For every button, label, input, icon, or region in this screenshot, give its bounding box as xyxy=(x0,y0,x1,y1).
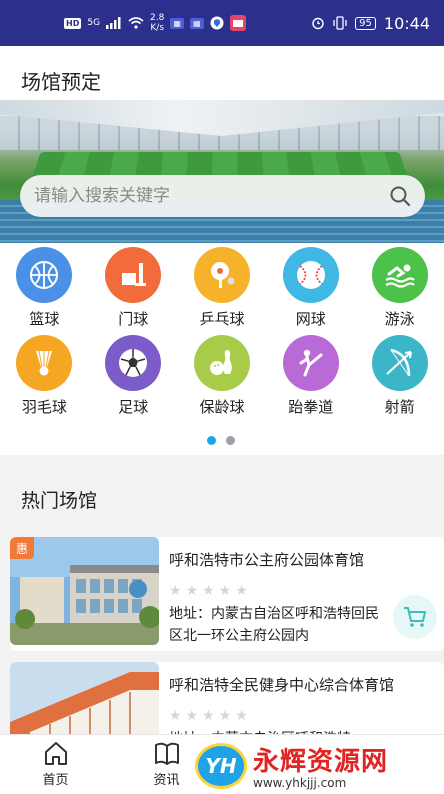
star-icon: ★ xyxy=(169,583,182,599)
section-title: 热门场馆 xyxy=(21,490,98,512)
archery-icon xyxy=(371,335,428,391)
category-football[interactable]: 足球 xyxy=(89,335,178,417)
category-pingpong[interactable]: 乒乓球 xyxy=(178,247,267,329)
star-icon: ★ xyxy=(169,708,182,724)
swimming-icon xyxy=(371,247,428,303)
alarm-icon xyxy=(312,17,324,30)
search-icon[interactable] xyxy=(389,185,411,207)
category-basketball[interactable]: 篮球 xyxy=(0,247,89,329)
notification-icon-2: ▦ xyxy=(189,17,204,29)
wifi-icon xyxy=(128,17,144,29)
star-icon: ★ xyxy=(185,708,199,724)
category-bowling[interactable]: 保龄球 xyxy=(178,335,267,417)
rating-stars: ★ ★ ★ ★ ★ xyxy=(169,708,248,724)
venue-address: 地址：内蒙古自治区呼和浩特回民区北一环公主府公园内 xyxy=(169,606,379,644)
category-label: 足球 xyxy=(118,398,149,416)
star-icon: ★ xyxy=(185,583,199,599)
discount-badge: 惠 xyxy=(10,537,34,559)
shield-icon xyxy=(210,16,223,30)
venue-name[interactable]: 呼和浩特全民健身中心综合体育馆 xyxy=(169,674,394,695)
star-icon: ★ xyxy=(202,583,215,599)
tab-home[interactable]: 首页 xyxy=(16,739,96,794)
stadium-banner xyxy=(0,100,444,243)
category-label: 乒乓球 xyxy=(199,310,245,328)
search-bar[interactable] xyxy=(20,175,425,217)
app-notification-icon xyxy=(229,15,246,31)
category-label: 门球 xyxy=(118,310,149,328)
category-badminton[interactable]: 羽毛球 xyxy=(0,335,89,417)
page-dot[interactable] xyxy=(226,436,235,445)
star-icon: ★ xyxy=(235,708,248,724)
search-input[interactable] xyxy=(34,186,389,206)
network-type: 5G xyxy=(87,18,101,28)
gateball-icon xyxy=(105,247,162,303)
category-archery[interactable]: 射箭 xyxy=(355,335,444,417)
venue-card[interactable]: 惠 呼和浩特市公主府公园体育馆 ★ ★ ★ ★ ★ 地址：内蒙古自治区呼和浩特回民区北一… xyxy=(10,537,444,651)
hd-indicator: HD xyxy=(64,17,82,29)
tab-label: 资讯 xyxy=(153,773,180,788)
tab-label: 首页 xyxy=(42,773,69,788)
football-icon xyxy=(105,335,162,391)
category-swimming[interactable]: 游泳 xyxy=(355,247,444,329)
network-speed: 2.8 K/s xyxy=(150,13,165,33)
page-title: 场馆预定 xyxy=(21,70,101,94)
category-label: 保龄球 xyxy=(199,398,245,416)
category-gateball[interactable]: 门球 xyxy=(89,247,178,329)
star-icon: ★ xyxy=(235,583,248,599)
category-label: 网球 xyxy=(295,310,326,328)
clock: 10:44 xyxy=(383,13,430,33)
badminton-icon xyxy=(16,335,73,391)
category-label: 羽毛球 xyxy=(21,398,67,416)
vibrate-icon xyxy=(333,16,347,30)
category-label: 篮球 xyxy=(29,310,60,328)
category-grid: 篮球 门球 乒乓球 网球 游泳 羽毛球 足球 保龄球 跆拳道 射箭 xyxy=(0,247,444,417)
page-dot-active[interactable] xyxy=(207,436,216,445)
battery-level: 95 xyxy=(355,16,376,30)
tennis-icon xyxy=(282,247,339,303)
star-icon: ★ xyxy=(218,583,232,599)
book-button[interactable] xyxy=(393,595,437,639)
page-header: 场馆预定 xyxy=(0,46,444,104)
home-icon xyxy=(44,742,67,765)
bowling-icon xyxy=(193,335,250,391)
category-taekwondo[interactable]: 跆拳道 xyxy=(266,335,355,417)
star-icon: ★ xyxy=(218,708,232,724)
taekwondo-icon xyxy=(282,335,339,391)
watermark-url: www.yhkjjj.com xyxy=(253,776,347,790)
venue-photo: 惠 xyxy=(10,537,159,645)
page-indicator xyxy=(207,436,235,445)
category-tennis[interactable]: 网球 xyxy=(266,247,355,329)
category-label: 射箭 xyxy=(384,398,415,416)
cart-icon xyxy=(404,607,426,627)
signal-icon xyxy=(106,17,121,29)
basketball-icon xyxy=(16,247,73,303)
rating-stars: ★ ★ ★ ★ ★ xyxy=(169,583,248,599)
notification-icon-1: ▦ xyxy=(170,17,184,29)
watermark-logo: YH xyxy=(195,742,247,789)
category-label: 跆拳道 xyxy=(288,398,334,416)
star-icon: ★ xyxy=(202,708,215,724)
pingpong-icon xyxy=(193,247,250,303)
venue-name[interactable]: 呼和浩特市公主府公园体育馆 xyxy=(169,549,364,570)
category-panel: 篮球 门球 乒乓球 网球 游泳 羽毛球 足球 保龄球 跆拳道 射箭 xyxy=(0,243,444,455)
watermark-title: 永辉资源网 xyxy=(253,747,389,777)
status-bar: HD 5G 2.8 K/s ▦ ▦ 95 10:44 xyxy=(0,0,444,46)
watermark: YH 永辉资源网 www.yhkjjj.com xyxy=(195,737,444,794)
book-icon xyxy=(154,742,179,765)
category-label: 游泳 xyxy=(384,310,415,328)
